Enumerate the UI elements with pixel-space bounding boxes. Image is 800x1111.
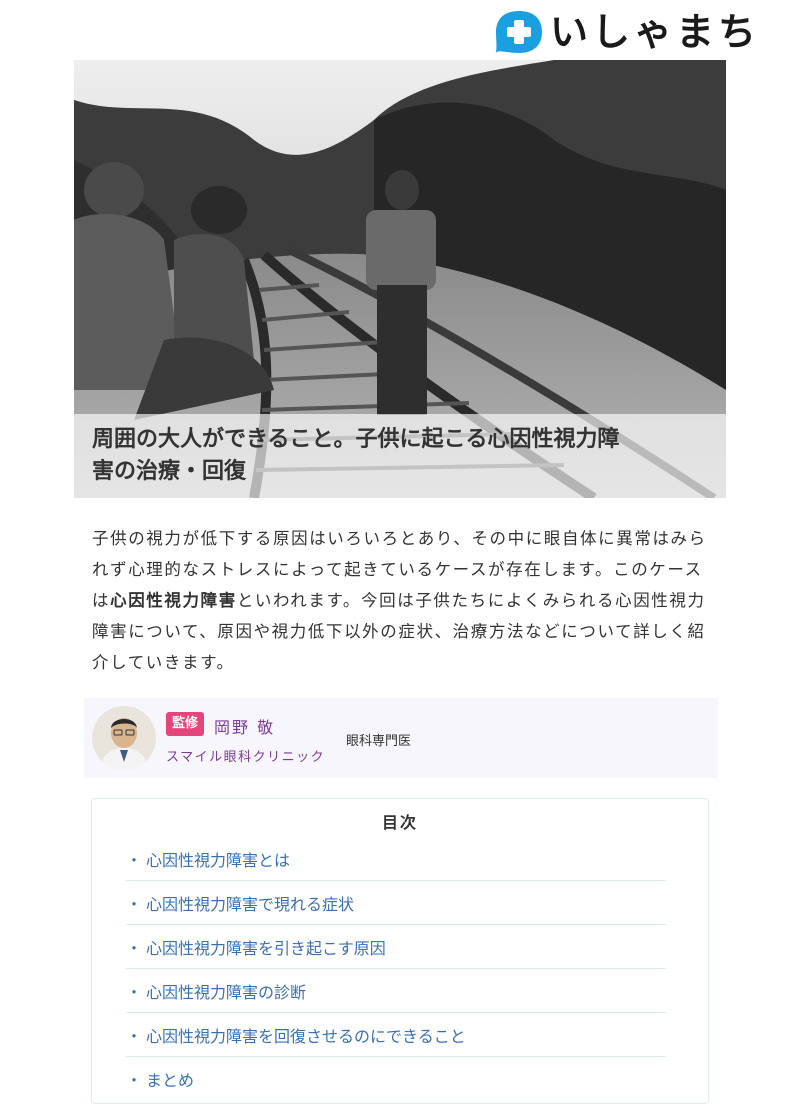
toc-bullet: ・ <box>126 982 143 1002</box>
hero-image: 周囲の大人ができること。子供に起こる心因性視力障 害の治療・回復 <box>74 60 726 498</box>
title-line-1: 周囲の大人ができること。子供に起こる心因性視力障 <box>92 427 620 452</box>
intro-bold-term: 心因性視力障害 <box>110 591 237 610</box>
toc-bullet: ・ <box>126 1026 143 1046</box>
toc-item[interactable]: ・心因性視力障害とは <box>126 837 666 881</box>
toc-title: 目次 <box>381 813 418 832</box>
toc-item[interactable]: ・心因性視力障害で現れる症状 <box>126 881 666 925</box>
toc-item[interactable]: ・まとめ <box>126 1057 666 1101</box>
doctor-photo <box>92 706 156 770</box>
clinic-name[interactable]: スマイル眼科クリニック <box>166 746 325 765</box>
doctor-specialty: 眼科専門医 <box>346 734 412 749</box>
toc-item[interactable]: ・心因性視力障害を引き起こす原因 <box>126 925 666 969</box>
intro-paragraph: 子供の視力が低下する原因はいろいろとあり、その中に眼自体に異常はみられず心理的な… <box>92 523 712 678</box>
table-of-contents: 目次 ・心因性視力障害とは ・心因性視力障害で現れる症状 ・心因性視力障害を引き… <box>91 798 709 1104</box>
hero-caption: 周囲の大人ができること。子供に起こる心因性視力障 害の治療・回復 <box>74 414 726 498</box>
article-title: 周囲の大人ができること。子供に起こる心因性視力障 害の治療・回復 <box>92 424 708 488</box>
medical-cross-icon <box>496 11 542 53</box>
toc-link[interactable]: 心因性視力障害で現れる症状 <box>146 891 354 915</box>
toc-item[interactable]: ・心因性視力障害を回復させるのにできること <box>126 1013 666 1057</box>
logo-text: いしゃまち <box>550 10 761 54</box>
supervisor-box: 監修 岡野 敬 スマイル眼科クリニック 眼科専門医 <box>84 698 718 778</box>
toc-bullet: ・ <box>126 938 143 958</box>
toc-item[interactable]: ・心因性視力障害の診断 <box>126 969 666 1013</box>
title-line-2: 害の治療・回復 <box>92 459 247 484</box>
doctor-name[interactable]: 岡野 敬 <box>214 714 275 738</box>
avatar <box>92 706 156 770</box>
toc-link[interactable]: 心因性視力障害を引き起こす原因 <box>146 935 386 959</box>
toc-bullet: ・ <box>126 1071 143 1090</box>
toc-bullet: ・ <box>126 894 143 914</box>
toc-link[interactable]: まとめ <box>146 1067 194 1091</box>
toc-link[interactable]: 心因性視力障害の診断 <box>146 979 306 1003</box>
toc-link[interactable]: 心因性視力障害を回復させるのにできること <box>146 1023 466 1047</box>
toc-list: ・心因性視力障害とは ・心因性視力障害で現れる症状 ・心因性視力障害を引き起こす… <box>126 837 666 1101</box>
site-logo[interactable]: いしゃまち <box>494 8 760 56</box>
site-header: いしゃまち <box>0 0 800 60</box>
supervisor-badge: 監修 <box>166 712 205 736</box>
toc-bullet: ・ <box>126 850 143 870</box>
toc-link[interactable]: 心因性視力障害とは <box>146 847 290 871</box>
